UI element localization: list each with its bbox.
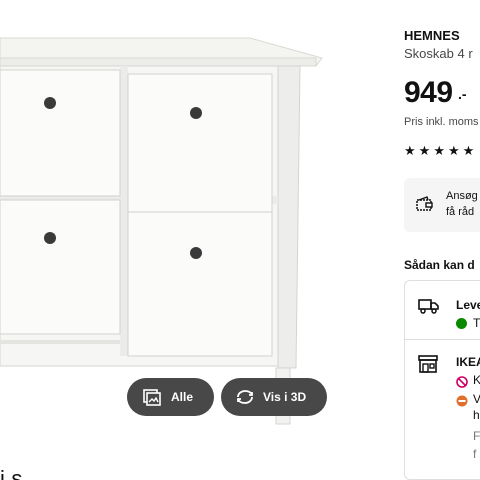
product-info-panel: HEMNES Skoskab 4 r 949 .- Pris inkl. mom… (404, 0, 480, 480)
in-stock-indicator (456, 318, 467, 329)
store-icon (418, 355, 440, 378)
product-price: 949 (404, 76, 453, 109)
all-images-label: Alle (171, 390, 194, 404)
star-icon: ★ (433, 143, 445, 158)
store-status-3: h (473, 408, 480, 422)
product-image-gallery[interactable]: Alle Vis i 3D i s (0, 0, 388, 480)
store-status-1: K (473, 373, 480, 387)
truck-icon (418, 298, 440, 319)
description-text-fragment: i s (0, 466, 23, 480)
star-icon: ★ (418, 143, 431, 158)
price-suffix: .- (458, 86, 467, 102)
price-note: Pris inkl. moms (404, 116, 479, 128)
delivery-title[interactable]: Leve (456, 298, 480, 312)
store-status-2: V (473, 392, 480, 406)
not-available-icon (456, 375, 468, 393)
store-title[interactable]: IKEA (456, 355, 480, 369)
wallet-icon (416, 196, 434, 217)
availability-heading: Sådan kan d (404, 258, 475, 272)
star-icon: ★ (404, 143, 416, 158)
delivery-status: T (473, 316, 480, 330)
view-3d-button[interactable]: Vis i 3D (221, 378, 327, 416)
store-status-5: f (473, 447, 477, 461)
all-images-button[interactable]: Alle (127, 378, 214, 416)
star-icon: ★ (447, 143, 460, 158)
limited-stock-icon (456, 394, 468, 412)
star-icon: ★ (462, 143, 475, 158)
gallery-icon (142, 387, 162, 407)
financing-line-2: få råd (446, 206, 475, 218)
availability-box: Leve T IKEA K V h (404, 280, 480, 480)
financing-card[interactable]: Ansøg få råd (404, 178, 480, 232)
store-status-4: F (473, 429, 480, 443)
product-name: HEMNES (404, 28, 460, 43)
financing-line-1: Ansøg (446, 190, 478, 202)
view-3d-label: Vis i 3D (263, 390, 307, 404)
rating-stars[interactable]: ★ ★ ★ ★ ★ (404, 144, 474, 158)
rotate-3d-icon (235, 387, 255, 407)
product-subtitle: Skoskab 4 r (404, 46, 473, 61)
divider (405, 339, 480, 340)
